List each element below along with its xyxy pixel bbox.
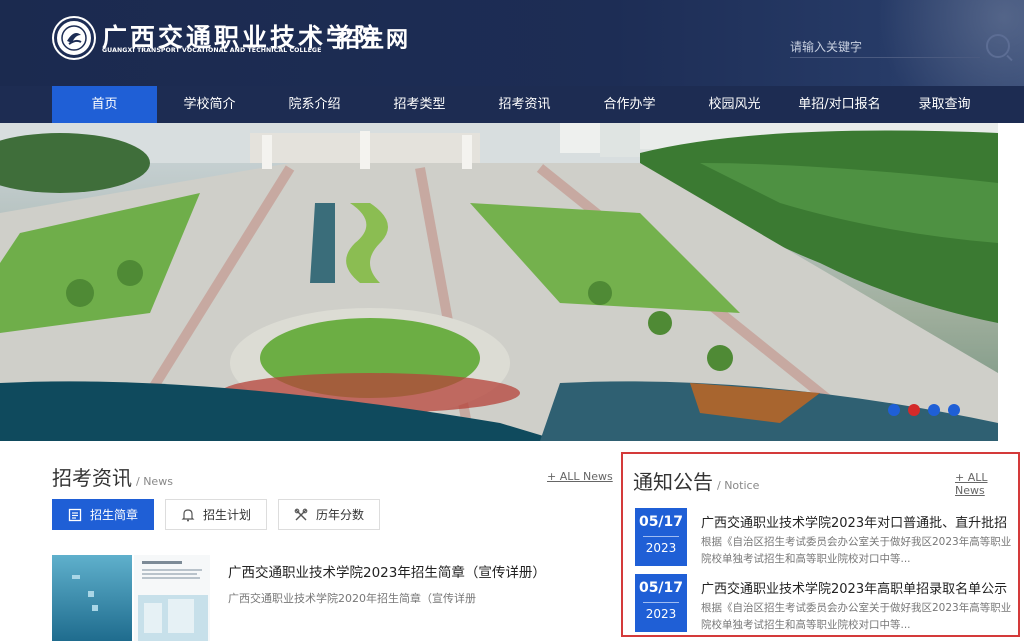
tab-label: 历年分数 xyxy=(315,508,364,522)
search-input[interactable] xyxy=(790,36,980,58)
nav-item-exam-types[interactable]: 招考类型 xyxy=(367,86,472,123)
notice-item-desc: 根据《自治区招生考试委员会办公室关于做好我区2023年高等职业院校单独考试招生和… xyxy=(701,602,1012,631)
news-thumbnail[interactable] xyxy=(52,555,210,641)
banner-dot-4[interactable] xyxy=(948,404,960,416)
search-icon[interactable] xyxy=(986,34,1010,58)
notice-item-desc: 根据《自治区招生考试委员会办公室关于做好我区2023年高等职业院校单独考试招生和… xyxy=(701,536,1012,565)
notice-date-badge: 05/17 2023 xyxy=(635,508,687,566)
notice-item-title[interactable]: 广西交通职业技术学院2023年高职单招录取名单公示 xyxy=(701,578,1013,597)
banner-slideshow[interactable] xyxy=(0,123,998,441)
site-header: 广西交通职业技术学院 GUANGXI TRANSPORT VOCATIONAL … xyxy=(0,0,1024,86)
notice-panel: 通知公告 / Notice + ALL News 05/17 2023 广西交通职… xyxy=(621,452,1020,637)
notice-item[interactable]: 05/17 2023 广西交通职业技术学院2023年高职单招录取名单公示 根据《… xyxy=(635,574,1015,632)
date-divider xyxy=(643,602,679,603)
tab-historical-scores[interactable]: 历年分数 xyxy=(278,499,380,530)
news-all-link[interactable]: + ALL News xyxy=(547,470,613,483)
campus-aerial-image xyxy=(0,123,998,441)
nav-item-exam-news[interactable]: 招考资讯 xyxy=(472,86,577,123)
banner-dot-3[interactable] xyxy=(928,404,940,416)
notice-section-title: 通知公告 / Notice xyxy=(633,466,759,495)
notice-date: 05/17 xyxy=(638,580,684,596)
notice-date-badge: 05/17 2023 xyxy=(635,574,687,632)
news-section-title: 招考资讯 / News xyxy=(52,462,173,491)
notice-item-title[interactable]: 广西交通职业技术学院2023年对口普通批、直升批招 xyxy=(701,512,1013,531)
news-item-subtitle: 广西交通职业技术学院2020年招生简章（宣传详册 xyxy=(228,592,476,605)
notice-item[interactable]: 05/17 2023 广西交通职业技术学院2023年对口普通批、直升批招 根据《… xyxy=(635,508,1015,566)
nav-item-campus[interactable]: 校园风光 xyxy=(682,86,787,123)
college-name-en: GUANGXI TRANSPORT VOCATIONAL AND TECHNIC… xyxy=(102,47,322,54)
college-emblem-icon[interactable] xyxy=(54,18,94,58)
nav-item-about[interactable]: 学校简介 xyxy=(157,86,262,123)
notice-year: 2023 xyxy=(645,607,677,621)
nav-item-registration[interactable]: 单招/对口报名 xyxy=(787,86,892,123)
nav-item-departments[interactable]: 院系介绍 xyxy=(262,86,367,123)
document-icon xyxy=(68,508,82,521)
tab-admission-plan[interactable]: 招生计划 xyxy=(165,499,267,530)
notice-all-link[interactable]: + ALL News xyxy=(955,471,1018,497)
site-name: 招生网 xyxy=(338,28,411,53)
nav-item-admission-query[interactable]: 录取查询 xyxy=(892,86,997,123)
banner-dots xyxy=(888,404,960,416)
banner-dot-1[interactable] xyxy=(888,404,900,416)
news-title-text: 招考资讯 xyxy=(52,466,132,490)
main-nav: 首页 学校简介 院系介绍 招考类型 招考资讯 合作办学 校园风光 单招/对口报名… xyxy=(0,86,1024,123)
nav-item-home[interactable]: 首页 xyxy=(52,86,157,123)
nav-item-cooperation[interactable]: 合作办学 xyxy=(577,86,682,123)
tab-label: 招生计划 xyxy=(202,508,251,522)
notice-subtitle: / Notice xyxy=(717,479,760,492)
bell-icon xyxy=(181,508,195,521)
brochure-cover-image xyxy=(52,555,210,641)
banner-dot-2[interactable] xyxy=(908,404,920,416)
news-subtitle: / News xyxy=(136,475,173,488)
notice-year: 2023 xyxy=(645,541,677,555)
date-divider xyxy=(643,536,679,537)
tab-admission-brochure[interactable]: 招生简章 xyxy=(52,499,154,530)
tab-label: 招生简章 xyxy=(89,508,138,522)
notice-title-text: 通知公告 xyxy=(633,470,713,494)
news-item-title[interactable]: 广西交通职业技术学院2023年招生简章（宣传详册） xyxy=(228,561,546,581)
notice-date: 05/17 xyxy=(638,514,684,530)
tools-icon xyxy=(294,508,308,520)
